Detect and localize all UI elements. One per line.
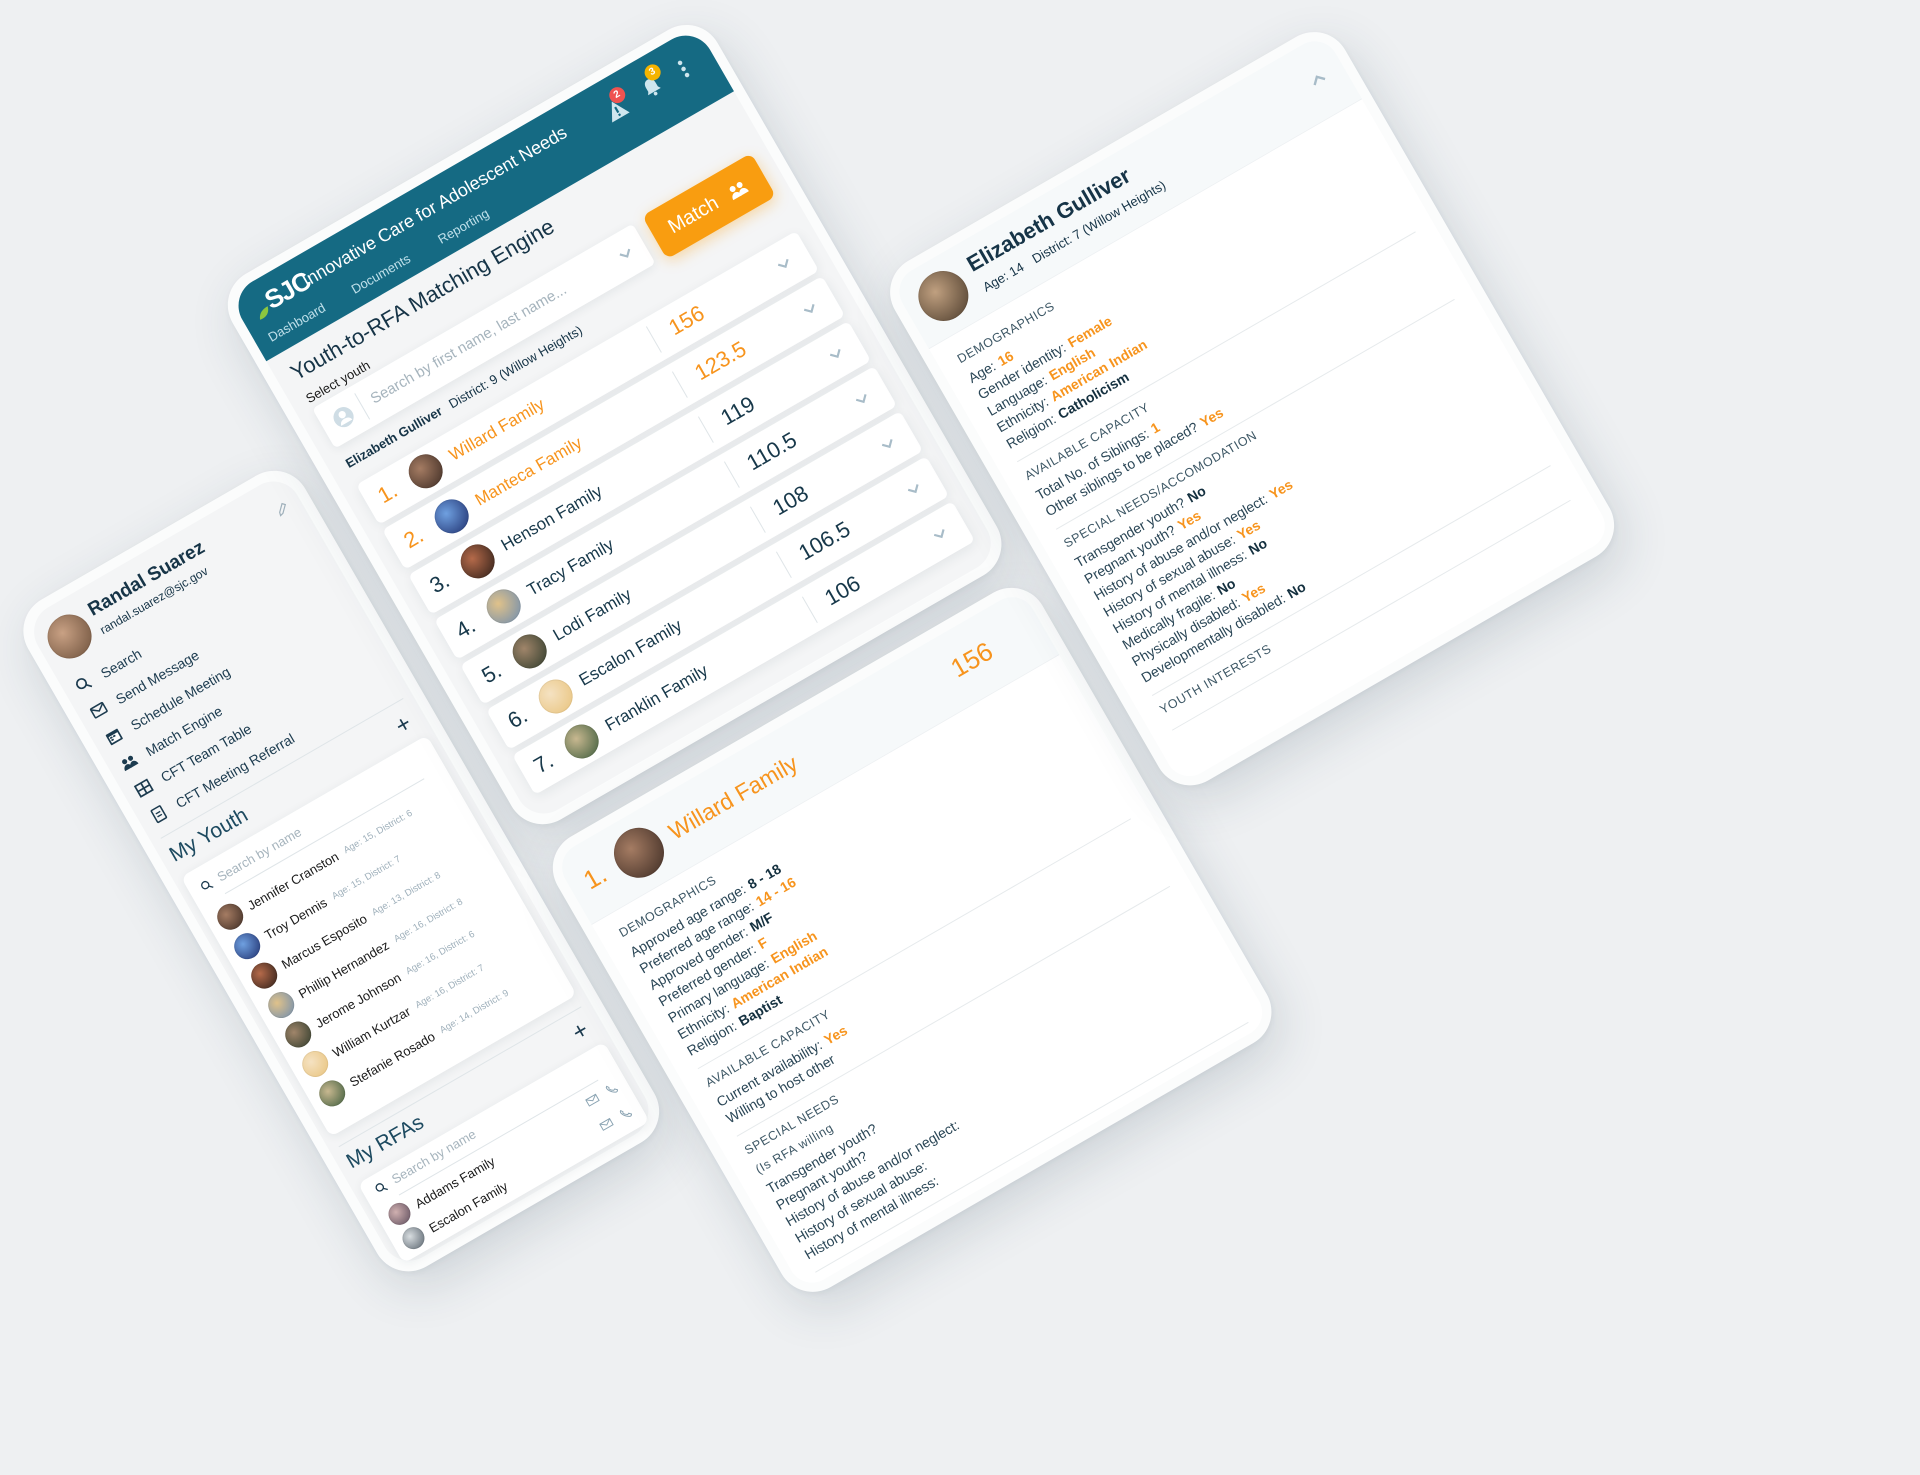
mail-icon xyxy=(87,699,110,722)
table-icon xyxy=(132,777,155,800)
match-score: 106 xyxy=(820,570,865,611)
chevron-down-icon xyxy=(772,252,797,277)
match-rank: 5. xyxy=(477,657,506,689)
avatar xyxy=(212,898,248,935)
call-rfa-button[interactable] xyxy=(616,1103,638,1126)
expand-chevron-icon[interactable] xyxy=(798,297,825,326)
expand-chevron-icon[interactable] xyxy=(928,522,955,551)
family-avatar xyxy=(402,448,449,495)
youth-avatar xyxy=(909,261,978,331)
match-score: 108 xyxy=(768,480,813,521)
avatar xyxy=(384,1198,415,1229)
family-avatar xyxy=(506,628,553,675)
youth-meta: Age: 15, District: 6 xyxy=(341,807,415,856)
divider xyxy=(723,461,740,488)
match-score: 119 xyxy=(716,391,760,431)
avatar xyxy=(398,1223,429,1254)
avatar xyxy=(297,1046,333,1082)
email-rfa-button[interactable] xyxy=(597,1114,619,1137)
mail-small-icon xyxy=(597,1114,616,1133)
user-avatar xyxy=(39,606,100,667)
divider xyxy=(775,551,792,578)
rfa-list-item[interactable]: Addams Family xyxy=(384,1078,624,1229)
family-avatar xyxy=(558,718,605,765)
detail-value: 1 xyxy=(1147,418,1163,437)
match-score: 106.5 xyxy=(794,516,855,566)
match-rank: 2. xyxy=(399,522,428,554)
edit-profile-button[interactable] xyxy=(271,498,295,524)
search-icon xyxy=(72,673,95,696)
family-avatar xyxy=(454,538,501,585)
avatar xyxy=(314,1075,350,1112)
match-rank: 1. xyxy=(373,477,402,509)
chevron-down-icon xyxy=(798,297,823,322)
avatar xyxy=(263,987,299,1023)
people-icon xyxy=(722,175,753,204)
family-avatar xyxy=(532,673,579,720)
avatar xyxy=(229,928,265,964)
sidebar-item-label: Search xyxy=(97,644,145,681)
match-rank: 7. xyxy=(529,747,558,779)
match-rank: 4. xyxy=(451,612,480,644)
people-icon xyxy=(117,751,140,774)
chevron-down-icon xyxy=(614,242,639,267)
call-rfa-button[interactable] xyxy=(602,1079,624,1102)
expand-chevron-icon[interactable] xyxy=(824,342,851,371)
chevron-down-icon xyxy=(824,342,849,367)
search-icon xyxy=(373,1179,391,1197)
chevron-down-icon xyxy=(850,387,875,412)
match-score: 110.5 xyxy=(742,426,802,476)
avatar xyxy=(246,957,282,994)
chevron-down-icon xyxy=(902,477,927,502)
match-rank: 6. xyxy=(503,702,532,734)
alerts-button[interactable]: 2 xyxy=(601,84,631,124)
expand-chevron-icon[interactable] xyxy=(850,387,877,416)
expand-chevron-icon[interactable] xyxy=(772,252,799,281)
mail-small-icon xyxy=(583,1090,602,1109)
divider xyxy=(645,326,662,353)
divider xyxy=(671,371,688,398)
search-icon xyxy=(198,877,216,895)
match-rank: 1. xyxy=(578,858,612,896)
family-avatar xyxy=(604,818,674,887)
detail-value: F xyxy=(754,933,771,953)
match-score: 123.5 xyxy=(690,336,751,386)
document-icon xyxy=(147,803,170,826)
expand-chevron-icon[interactable] xyxy=(876,432,903,461)
phone-icon xyxy=(616,1103,635,1122)
family-avatar xyxy=(428,493,475,540)
match-button[interactable]: Match xyxy=(641,152,777,260)
kebab-icon xyxy=(675,58,692,80)
family-avatar xyxy=(480,583,527,630)
chevron-up-icon xyxy=(1305,66,1332,93)
match-rank: 3. xyxy=(425,567,454,599)
expand-chevron-icon[interactable] xyxy=(902,477,929,506)
calendar-icon xyxy=(102,725,125,748)
email-rfa-button[interactable] xyxy=(583,1090,605,1113)
divider xyxy=(801,596,818,623)
avatar xyxy=(280,1016,316,1053)
chevron-up-icon[interactable] xyxy=(1305,66,1335,98)
more-menu-button[interactable] xyxy=(675,58,694,84)
chevron-down-icon xyxy=(876,432,901,457)
chevron-down-icon xyxy=(928,522,953,547)
user-placeholder-icon xyxy=(329,402,359,432)
chevron-down-icon[interactable] xyxy=(614,242,641,271)
divider xyxy=(697,416,714,443)
pencil-icon xyxy=(271,498,293,520)
match-score: 156 xyxy=(664,300,709,341)
match-score: 156 xyxy=(945,635,998,684)
divider xyxy=(749,506,766,533)
match-label: Match xyxy=(664,191,723,238)
add-youth-button[interactable]: + xyxy=(391,710,417,740)
phone-icon xyxy=(602,1079,621,1098)
app-title: Innovative Care for Adolescent Needs xyxy=(298,122,571,291)
notifications-button[interactable]: 3 xyxy=(637,61,667,102)
add-rfa-button[interactable]: + xyxy=(568,1016,594,1046)
